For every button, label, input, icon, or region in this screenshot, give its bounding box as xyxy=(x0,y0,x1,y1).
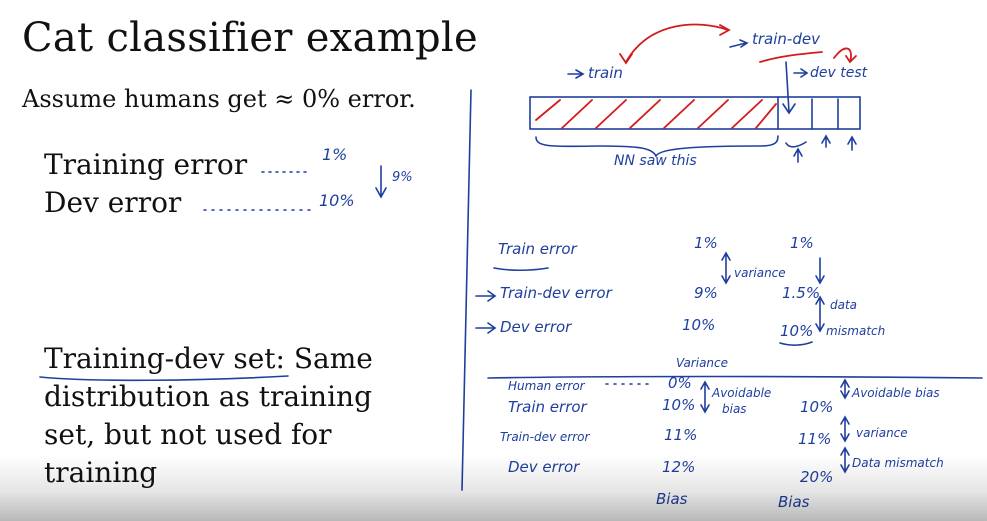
t2-col2-avoid-arrow xyxy=(840,378,850,400)
devtest-tick xyxy=(793,68,809,78)
t2-col2-annot-avoidable: Avoidable bias xyxy=(852,386,940,400)
t2-col1-annot-bias: bias xyxy=(722,402,747,416)
t2-row2-col2: 10% xyxy=(800,398,834,416)
training-dev-underline xyxy=(39,375,289,382)
devtest-arrow xyxy=(782,61,796,115)
t1-row3-label: Dev error xyxy=(500,318,572,336)
train-dev-underline xyxy=(759,51,823,63)
t2-row4-col2: 20% xyxy=(800,468,834,486)
t2-col1-footer: Bias xyxy=(656,490,688,508)
train-hatch xyxy=(535,99,777,129)
t1-row1-col1: 1% xyxy=(694,234,718,252)
t2-col2-annot-mismatch: Data mismatch xyxy=(852,456,944,470)
t2-row3-col1: 11% xyxy=(664,426,698,444)
t2-col2-annot-variance: variance xyxy=(856,426,908,440)
t2-row2-col1: 10% xyxy=(662,396,696,414)
t1-row1-label: Train error xyxy=(498,240,577,258)
t1-arrow-row3 xyxy=(475,322,497,334)
page-divider xyxy=(461,89,472,491)
t1-variance-caption: Variance xyxy=(676,356,729,370)
nn-saw-this-label: NN saw this xyxy=(614,153,697,169)
swap-arrow xyxy=(619,23,731,65)
t1-row2-label: Train-dev error xyxy=(500,284,612,302)
t1-row3-col1: 10% xyxy=(682,316,716,334)
dev-test-label: dev test xyxy=(810,65,868,81)
traindev-up-arrow xyxy=(793,147,803,163)
t2-row1-label: Human error xyxy=(508,379,585,393)
t1-row2-col1: 9% xyxy=(694,284,718,302)
train-dev-label: train-dev xyxy=(752,30,820,48)
data-bar xyxy=(529,96,861,130)
t1-row2-col2: 1.5% xyxy=(782,284,821,302)
t2-row2-label: Train error xyxy=(508,398,587,416)
t1-underline-10 xyxy=(779,341,813,346)
t1-row3-col2: 10% xyxy=(780,322,814,340)
t1-mismatch-arrow xyxy=(815,295,825,333)
t2-row3-label: Train-dev error xyxy=(500,430,590,444)
train-label: train xyxy=(588,64,623,82)
t1-variance-arrow xyxy=(721,251,731,285)
t1-mismatch-annot: mismatch xyxy=(826,324,886,338)
curved-mark xyxy=(833,47,857,64)
t2-col2-var-arrow xyxy=(840,415,850,443)
gap-arrow xyxy=(375,165,387,199)
t1-underline xyxy=(493,267,549,272)
t2-col2-mis-arrow xyxy=(840,446,850,474)
t2-row4-col1: 12% xyxy=(662,458,696,476)
test-up-arrow xyxy=(847,135,857,151)
train-dev-arrow xyxy=(729,39,749,48)
t2-row3-col2: 11% xyxy=(798,430,832,448)
t1-data-annot: data xyxy=(830,298,858,312)
t1-row1-col2: 1% xyxy=(790,234,814,252)
train-arrow xyxy=(567,69,585,79)
t1-col2-arrow xyxy=(815,257,825,285)
dev-up-arrow xyxy=(821,134,831,148)
t1-arrow-row2 xyxy=(475,290,497,302)
t2-row4-label: Dev error xyxy=(508,458,580,476)
gap-value-note: 9% xyxy=(392,170,413,185)
t2-col2-footer: Bias xyxy=(778,493,810,511)
t2-row1-col1: 0% xyxy=(668,374,692,392)
t1-variance-annot: variance xyxy=(734,266,786,280)
dev-value-note: 10% xyxy=(319,191,355,210)
t2-col1-arrow xyxy=(700,380,710,414)
train-value-note: 1% xyxy=(322,145,348,164)
small-brace xyxy=(785,141,807,148)
